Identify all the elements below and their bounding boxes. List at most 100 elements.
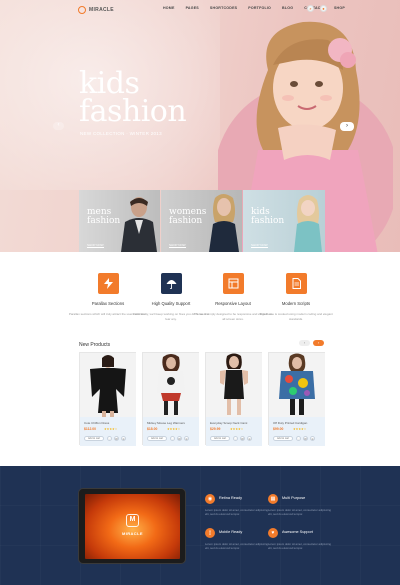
product-info: Off Duty Printed Cardigan $99.00 ★★★★☆ A… xyxy=(269,417,325,446)
category-kids[interactable]: kids fashion SHOP NOW xyxy=(243,190,325,252)
category-kids-label: kids fashion xyxy=(251,208,284,226)
new-products-heading: New Products xyxy=(79,342,111,348)
promo-feature-support-desc: Lorem ipsum dolor sit amet, consectetur … xyxy=(268,542,331,550)
nav-item-pages[interactable]: PAGES xyxy=(186,6,199,10)
kids-model-image xyxy=(294,195,322,252)
hero-title: kids fashion xyxy=(79,69,187,127)
add-to-cart-button[interactable]: Add to cart xyxy=(273,436,293,441)
compare-icon[interactable]: ⇄ xyxy=(114,436,119,441)
quick-view-icon[interactable]: ⊕ xyxy=(184,436,189,441)
mobile-icon: ▯ xyxy=(205,528,215,538)
promo-feature-retina-desc: Lorem ipsum dolor sit amet, consectetur … xyxy=(205,508,268,516)
feature-parallax-icon-box xyxy=(97,273,119,294)
feature-scripts-title: Modern Scripts xyxy=(281,301,311,306)
wishlist-icon[interactable]: ♡ xyxy=(233,436,238,441)
promo-feature-mobile-desc: Lorem ipsum dolor sit amet, consectetur … xyxy=(205,542,268,550)
logo-text: MIRACLE xyxy=(89,7,114,13)
womens-model-image xyxy=(209,194,239,252)
cart-icon[interactable]: ● xyxy=(320,5,327,12)
product-prev-button[interactable]: ‹ xyxy=(299,340,310,346)
layout-icon xyxy=(228,278,238,289)
product-image[interactable] xyxy=(143,353,199,417)
logo-mark-icon xyxy=(78,6,86,14)
category-mens-label: mens fashion xyxy=(87,208,120,226)
product-card[interactable]: Mickey Mouse Leg Warmers $18.00 ★★★★☆ Ad… xyxy=(142,352,199,446)
product-name[interactable]: Mickey Mouse Leg Warmers xyxy=(147,421,185,425)
tablet-mockup: M MIRACLE xyxy=(78,488,186,564)
eye-icon: ◉ xyxy=(205,494,215,504)
product-rating: ★★★★☆ xyxy=(167,427,181,431)
promo-section: M MIRACLE ◉ Retina Ready Lorem ipsum dol… xyxy=(0,466,400,585)
umbrella-icon xyxy=(166,280,176,289)
promo-feature-multipurpose-desc: Lorem ipsum dolor sit amet, consectetur … xyxy=(268,508,331,516)
product-image[interactable] xyxy=(80,353,136,417)
category-womens-cta[interactable]: SHOP NOW xyxy=(169,243,186,248)
category-mens-cta[interactable]: SHOP NOW xyxy=(87,243,104,248)
compare-icon[interactable]: ⇄ xyxy=(177,436,182,441)
compare-icon[interactable]: ⇄ xyxy=(240,436,245,441)
slider-next-button[interactable]: › xyxy=(340,122,354,131)
product-info: Everyday Scoop Neck Cami $29.99 ★★★★☆ Ad… xyxy=(206,417,262,446)
add-to-cart-button[interactable]: Add to cart xyxy=(147,436,167,441)
grid-icon: ▦ xyxy=(268,494,278,504)
product-info: Cote Chiffon Dress $112.00 ★★★★☆ Add to … xyxy=(80,417,136,446)
tablet-brand: MIRACLE xyxy=(121,531,144,536)
product-card[interactable]: Everyday Scoop Neck Cami $29.99 ★★★★☆ Ad… xyxy=(205,352,262,446)
promo-feature-multipurpose-title: Multi Purpose xyxy=(282,496,306,500)
nav-item-shop[interactable]: SHOP xyxy=(334,6,345,10)
product-price: $112.00 xyxy=(84,427,97,431)
product-price: $18.00 xyxy=(147,427,158,431)
product-info: Mickey Mouse Leg Warmers $18.00 ★★★★☆ Ad… xyxy=(143,417,199,446)
product-card[interactable]: Cote Chiffon Dress $112.00 ★★★★☆ Add to … xyxy=(79,352,136,446)
slider-prev-button[interactable]: ‹ xyxy=(53,122,64,130)
category-kids-line2: fashion xyxy=(251,216,285,226)
top-navigation: MIRACLE HOME PAGES SHORTCODES PORTFOLIO … xyxy=(0,0,400,20)
quick-view-icon[interactable]: ⊕ xyxy=(121,436,126,441)
nav-item-shortcodes[interactable]: SHORTCODES xyxy=(210,6,237,10)
wishlist-icon[interactable]: ♡ xyxy=(296,436,301,441)
product-price: $99.00 xyxy=(273,427,284,431)
tablet-logo-icon: M xyxy=(126,514,139,527)
product-carousel-arrows: ‹ › xyxy=(299,340,324,346)
product-card[interactable]: Off Duty Printed Cardigan $99.00 ★★★★☆ A… xyxy=(268,352,325,446)
compare-icon[interactable]: ⇄ xyxy=(303,436,308,441)
product-name[interactable]: Cote Chiffon Dress xyxy=(84,421,109,425)
nav-item-portfolio[interactable]: PORTFOLIO xyxy=(248,6,271,10)
quick-view-icon[interactable]: ⊕ xyxy=(247,436,252,441)
hero-subtitle: NEW COLLECTION · WINTER 2013 xyxy=(80,131,162,136)
feature-responsive-icon-box xyxy=(222,273,244,294)
category-womens-label: womens fashion xyxy=(169,208,206,226)
product-name[interactable]: Everyday Scoop Neck Cami xyxy=(210,421,247,425)
promo-feature-retina-title: Retina Ready xyxy=(219,496,243,500)
category-kids-cta[interactable]: SHOP NOW xyxy=(251,243,268,248)
product-rating: ★★★★☆ xyxy=(104,427,118,431)
document-icon xyxy=(292,278,301,289)
search-icon[interactable]: ⌕ xyxy=(307,5,314,12)
product-next-button[interactable]: › xyxy=(313,340,324,346)
product-image[interactable] xyxy=(269,353,325,417)
add-to-cart-button[interactable]: Add to cart xyxy=(84,436,104,441)
wishlist-icon[interactable]: ♡ xyxy=(107,436,112,441)
nav-item-blog[interactable]: BLOG xyxy=(282,6,293,10)
product-image[interactable] xyxy=(206,353,262,417)
product-2-image xyxy=(157,354,185,415)
quick-view-icon[interactable]: ⊕ xyxy=(310,436,315,441)
promo-feature-mobile-title: Mobile Ready xyxy=(219,530,243,534)
product-name[interactable]: Off Duty Printed Cardigan xyxy=(273,421,307,425)
promo-feature-support-title: Awesome Support xyxy=(282,530,313,534)
wishlist-icon[interactable]: ♡ xyxy=(170,436,175,441)
product-rating: ★★★★☆ xyxy=(293,427,307,431)
product-3-image xyxy=(220,353,248,415)
heart-icon: ♥ xyxy=(268,528,278,538)
product-1-image xyxy=(90,355,126,417)
promo-background-pattern xyxy=(0,466,400,585)
lightning-icon xyxy=(103,278,113,289)
nav-item-home[interactable]: HOME xyxy=(163,6,175,10)
logo[interactable]: MIRACLE xyxy=(78,6,114,14)
add-to-cart-button[interactable]: Add to cart xyxy=(210,436,230,441)
category-womens[interactable]: womens fashion SHOP NOW xyxy=(161,190,242,252)
feature-scripts: Modern Scripts This theme is cooked usin… xyxy=(246,273,346,321)
hero-slider: MIRACLE HOME PAGES SHORTCODES PORTFOLIO … xyxy=(0,0,400,252)
tablet-screen: M MIRACLE xyxy=(85,494,180,559)
category-mens[interactable]: mens fashion SHOP NOW xyxy=(79,190,160,252)
